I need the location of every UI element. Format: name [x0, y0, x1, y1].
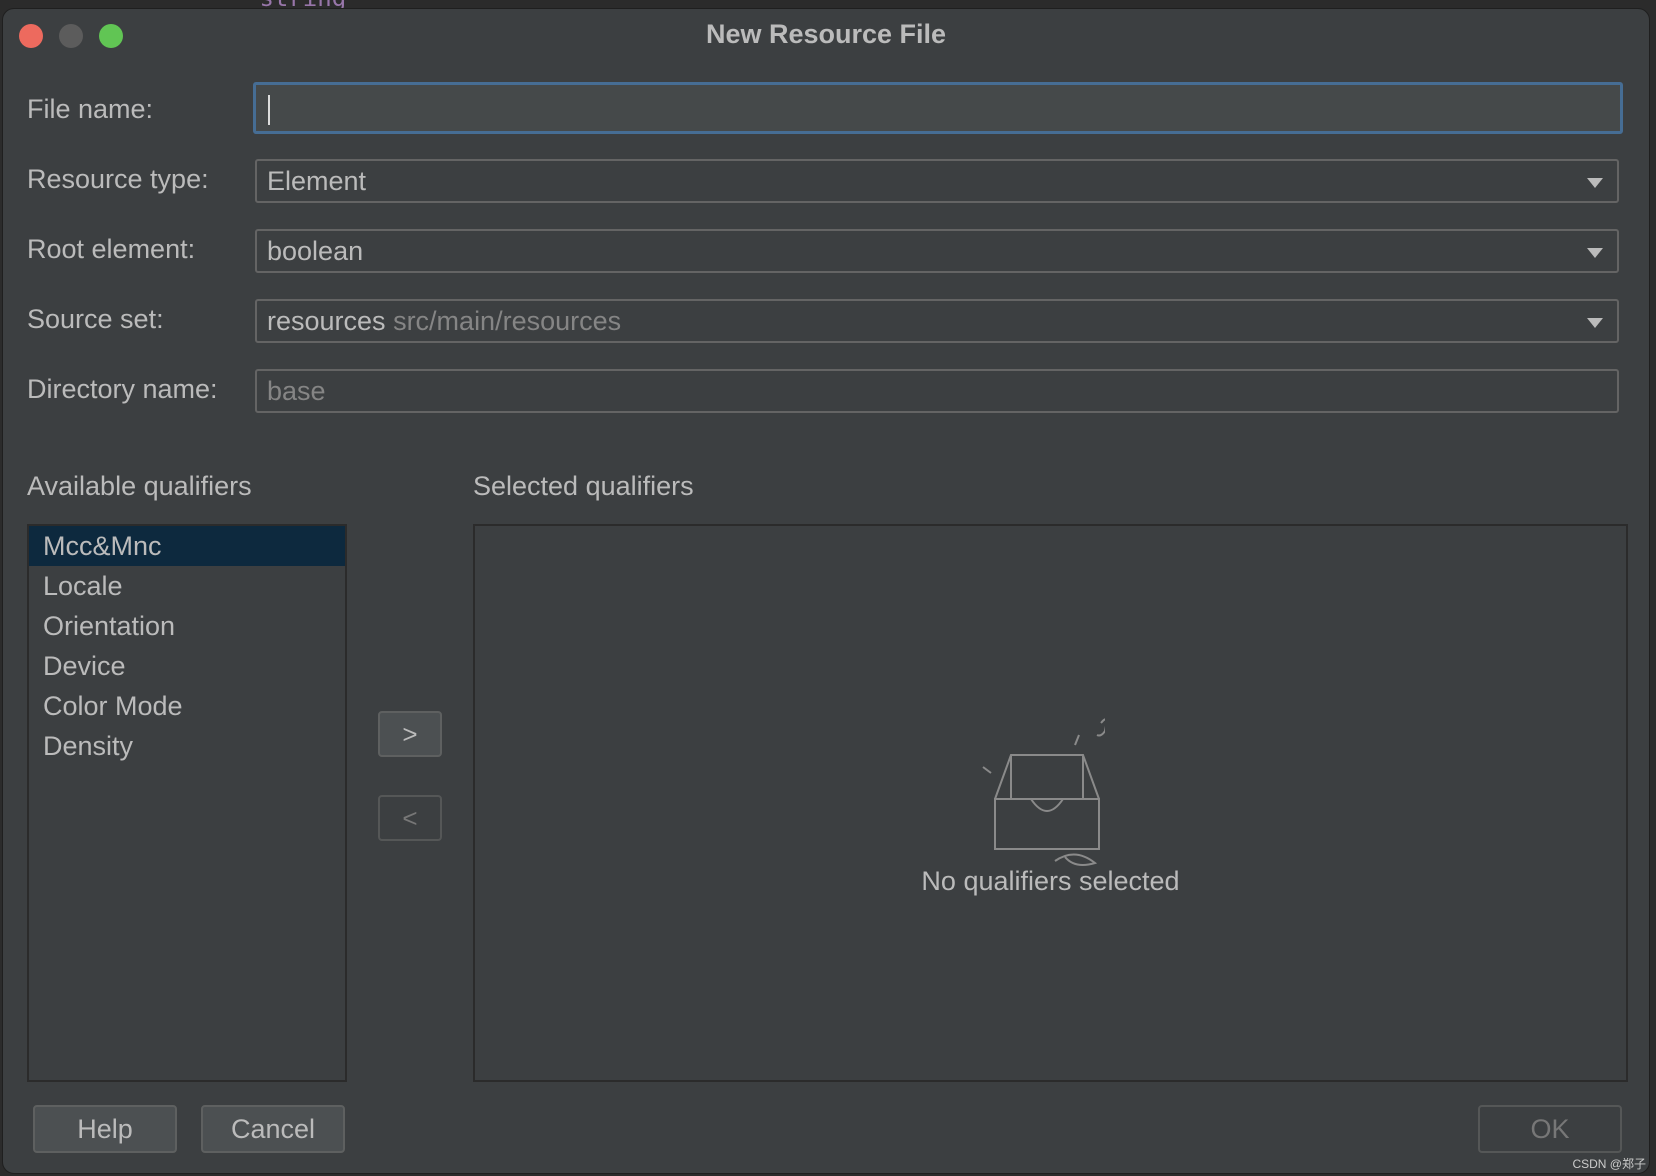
title-bar: New Resource File: [3, 9, 1649, 65]
qualifier-item-locale[interactable]: Locale: [29, 566, 345, 606]
qualifier-item-color-mode[interactable]: Color Mode: [29, 686, 345, 726]
add-qualifier-button[interactable]: >: [378, 711, 442, 757]
chevron-down-icon: [1587, 318, 1603, 328]
qualifier-item-orientation[interactable]: Orientation: [29, 606, 345, 646]
watermark: CSDN @郑子: [1572, 1157, 1646, 1171]
dialog-title: New Resource File: [705, 19, 947, 49]
resource-type-label: Resource type:: [27, 164, 209, 194]
root-element-label: Root element:: [27, 234, 196, 264]
qualifier-item-device[interactable]: Device: [29, 646, 345, 686]
chevron-down-icon: [1587, 248, 1603, 258]
directory-name-label: Directory name:: [27, 374, 218, 404]
cancel-button[interactable]: Cancel: [201, 1105, 345, 1153]
source-set-value: resources: [267, 306, 386, 336]
no-qualifiers-message: No qualifiers selected: [921, 866, 1180, 896]
resource-type-dropdown[interactable]: Element: [255, 159, 1619, 203]
source-set-label: Source set:: [27, 304, 164, 334]
help-button[interactable]: Help: [33, 1105, 177, 1153]
file-name-input[interactable]: [253, 82, 1623, 134]
selected-qualifiers-title: Selected qualifiers: [473, 471, 694, 501]
file-name-label: File name:: [27, 94, 154, 124]
new-resource-file-dialog: New Resource File File name: Resource ty…: [2, 8, 1650, 1174]
text-caret: [268, 94, 270, 125]
remove-qualifier-button[interactable]: <: [378, 795, 442, 841]
available-qualifiers-list[interactable]: Mcc&Mnc Locale Orientation Device Color …: [27, 524, 347, 1082]
source-set-dropdown[interactable]: resources src/main/resources: [255, 299, 1619, 343]
qualifier-item-density[interactable]: Density: [29, 726, 345, 766]
directory-name-value: base: [267, 376, 326, 406]
chevron-down-icon: [1587, 178, 1603, 188]
root-element-dropdown[interactable]: boolean: [255, 229, 1619, 273]
source-set-path-hint: src/main/resources: [393, 306, 622, 336]
selected-qualifiers-panel: No qualifiers selected: [473, 524, 1628, 1082]
root-element-value: boolean: [267, 236, 364, 266]
directory-name-field: base: [255, 369, 1619, 413]
empty-tray-icon: [982, 718, 1105, 866]
qualifier-item-mcc-mnc[interactable]: Mcc&Mnc: [29, 526, 345, 566]
ok-button[interactable]: OK: [1478, 1105, 1622, 1153]
resource-type-value: Element: [267, 166, 367, 196]
available-qualifiers-title: Available qualifiers: [27, 471, 252, 501]
